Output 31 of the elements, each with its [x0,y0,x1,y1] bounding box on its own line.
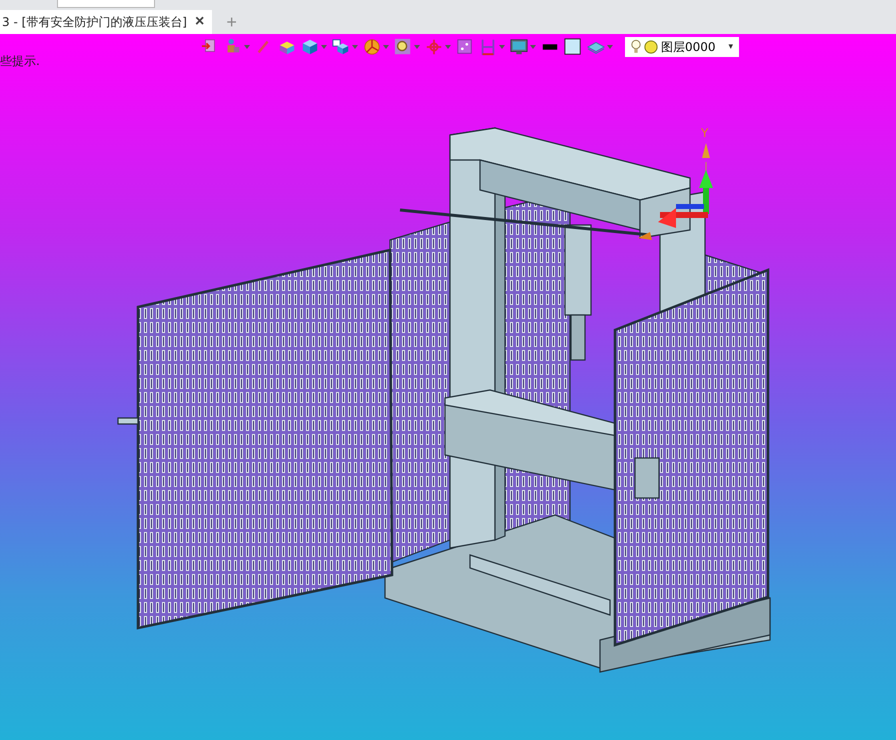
pie-icon [363,38,381,56]
hint-text: 些提示. [0,53,40,70]
caret-icon [414,45,420,49]
cube-icon [332,38,350,56]
monitor-icon [510,38,528,56]
fill-swatch-icon [564,38,582,56]
caret-icon [607,45,613,49]
crosshair-icon [425,38,443,56]
zoom-button[interactable] [393,37,421,57]
cube-button[interactable] [300,37,328,57]
axis-label: Y [701,126,708,140]
caret-icon [499,45,505,49]
fill-swatch-button[interactable] [563,37,583,57]
caret-icon [244,45,250,49]
dropdown-caret[interactable]: ▾ [728,42,733,52]
caret-icon [352,45,358,49]
close-button[interactable]: × [194,13,204,31]
lightbulb-icon[interactable] [631,39,641,55]
cube-button[interactable] [331,37,359,57]
document-tab[interactable]: 3 - [带有安全防护门的液压压装台] × [0,10,212,34]
cube-icon [301,38,319,56]
layer-dropdown[interactable]: 图层0000 ▾ [625,37,739,57]
caret-icon [321,45,327,49]
bracket-icon [479,38,497,56]
caret-icon [445,45,451,49]
monitor-button[interactable] [509,37,537,57]
caret-icon [530,45,536,49]
caret-icon [383,45,389,49]
pie-button[interactable] [362,37,390,57]
layer-color-icon[interactable] [644,40,658,54]
layer-name: 图层0000 [661,38,717,56]
